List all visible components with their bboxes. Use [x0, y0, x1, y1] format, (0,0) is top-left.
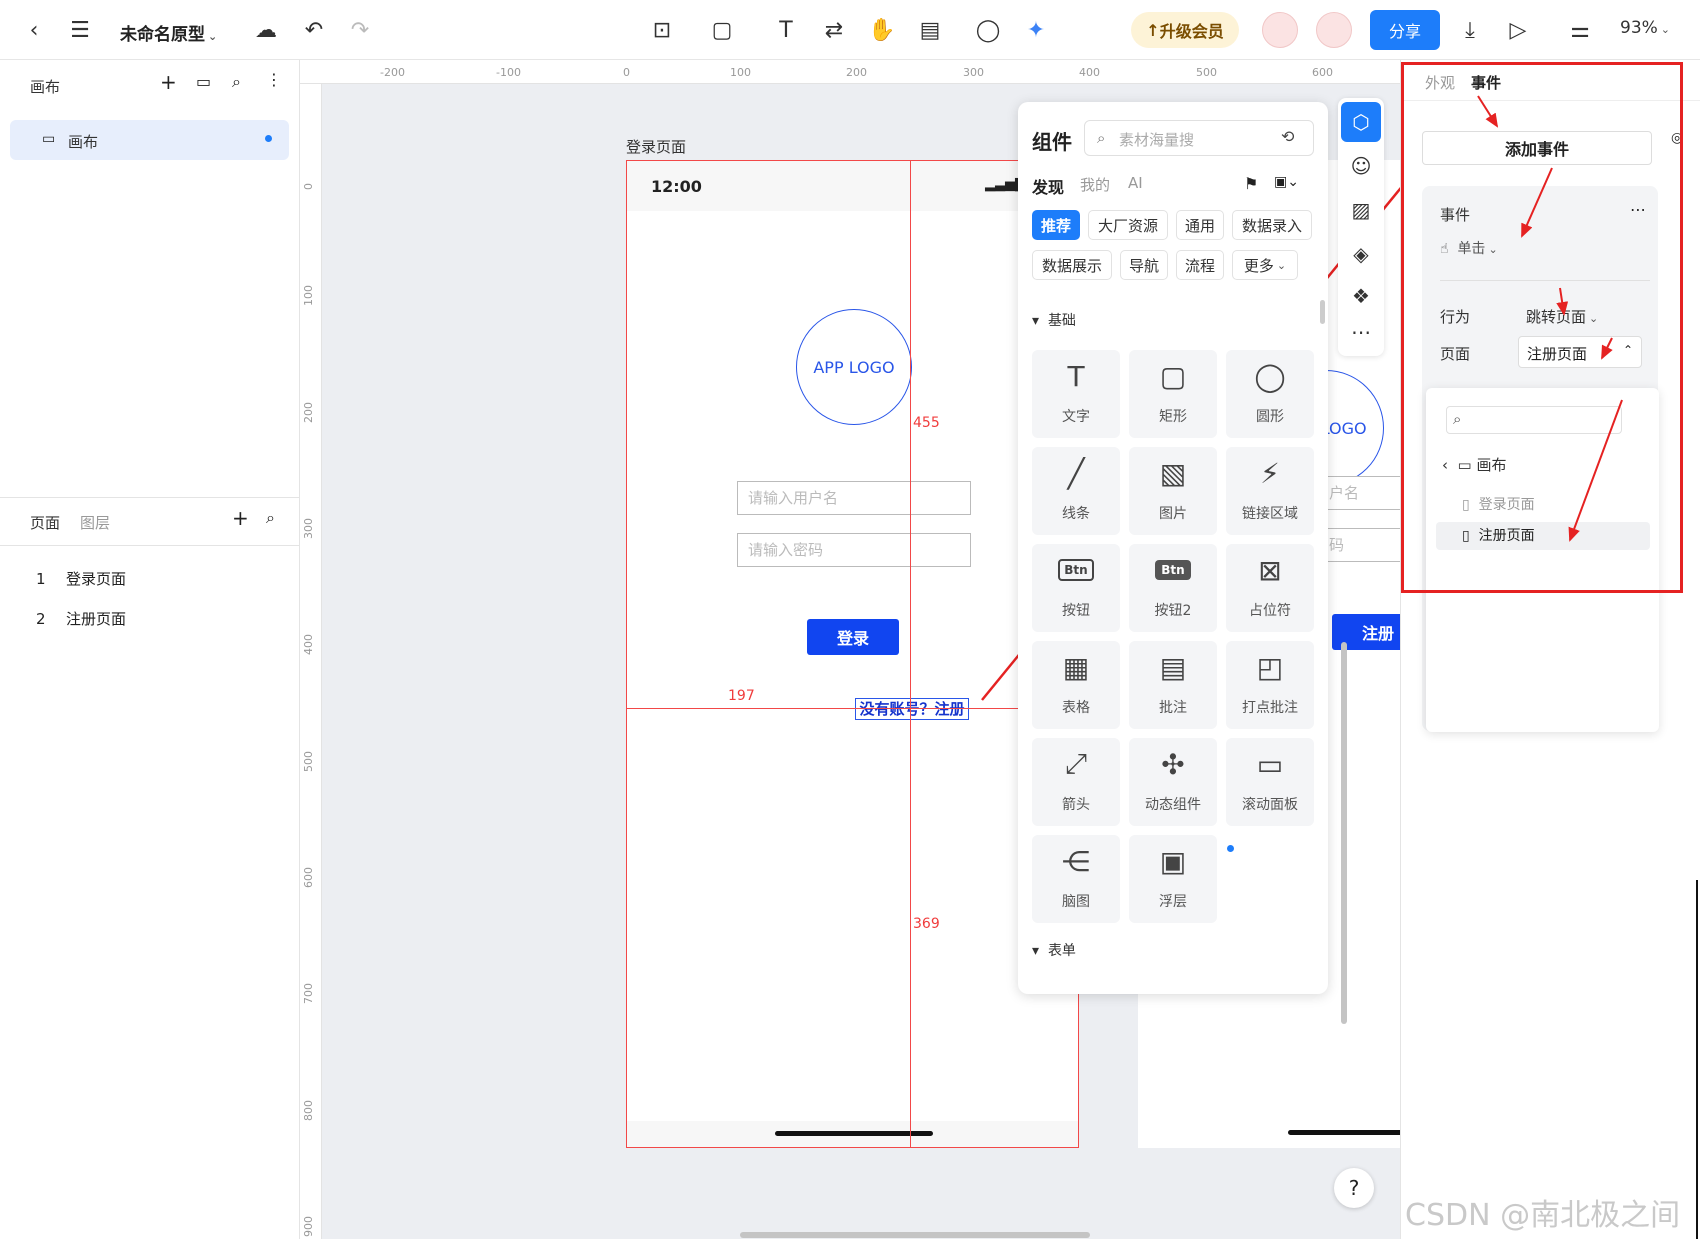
window-edge [1696, 880, 1698, 1239]
watermark: CSDN @南北极之间 [1405, 1198, 1681, 1233]
annotation-arrows [1477, 95, 1623, 542]
